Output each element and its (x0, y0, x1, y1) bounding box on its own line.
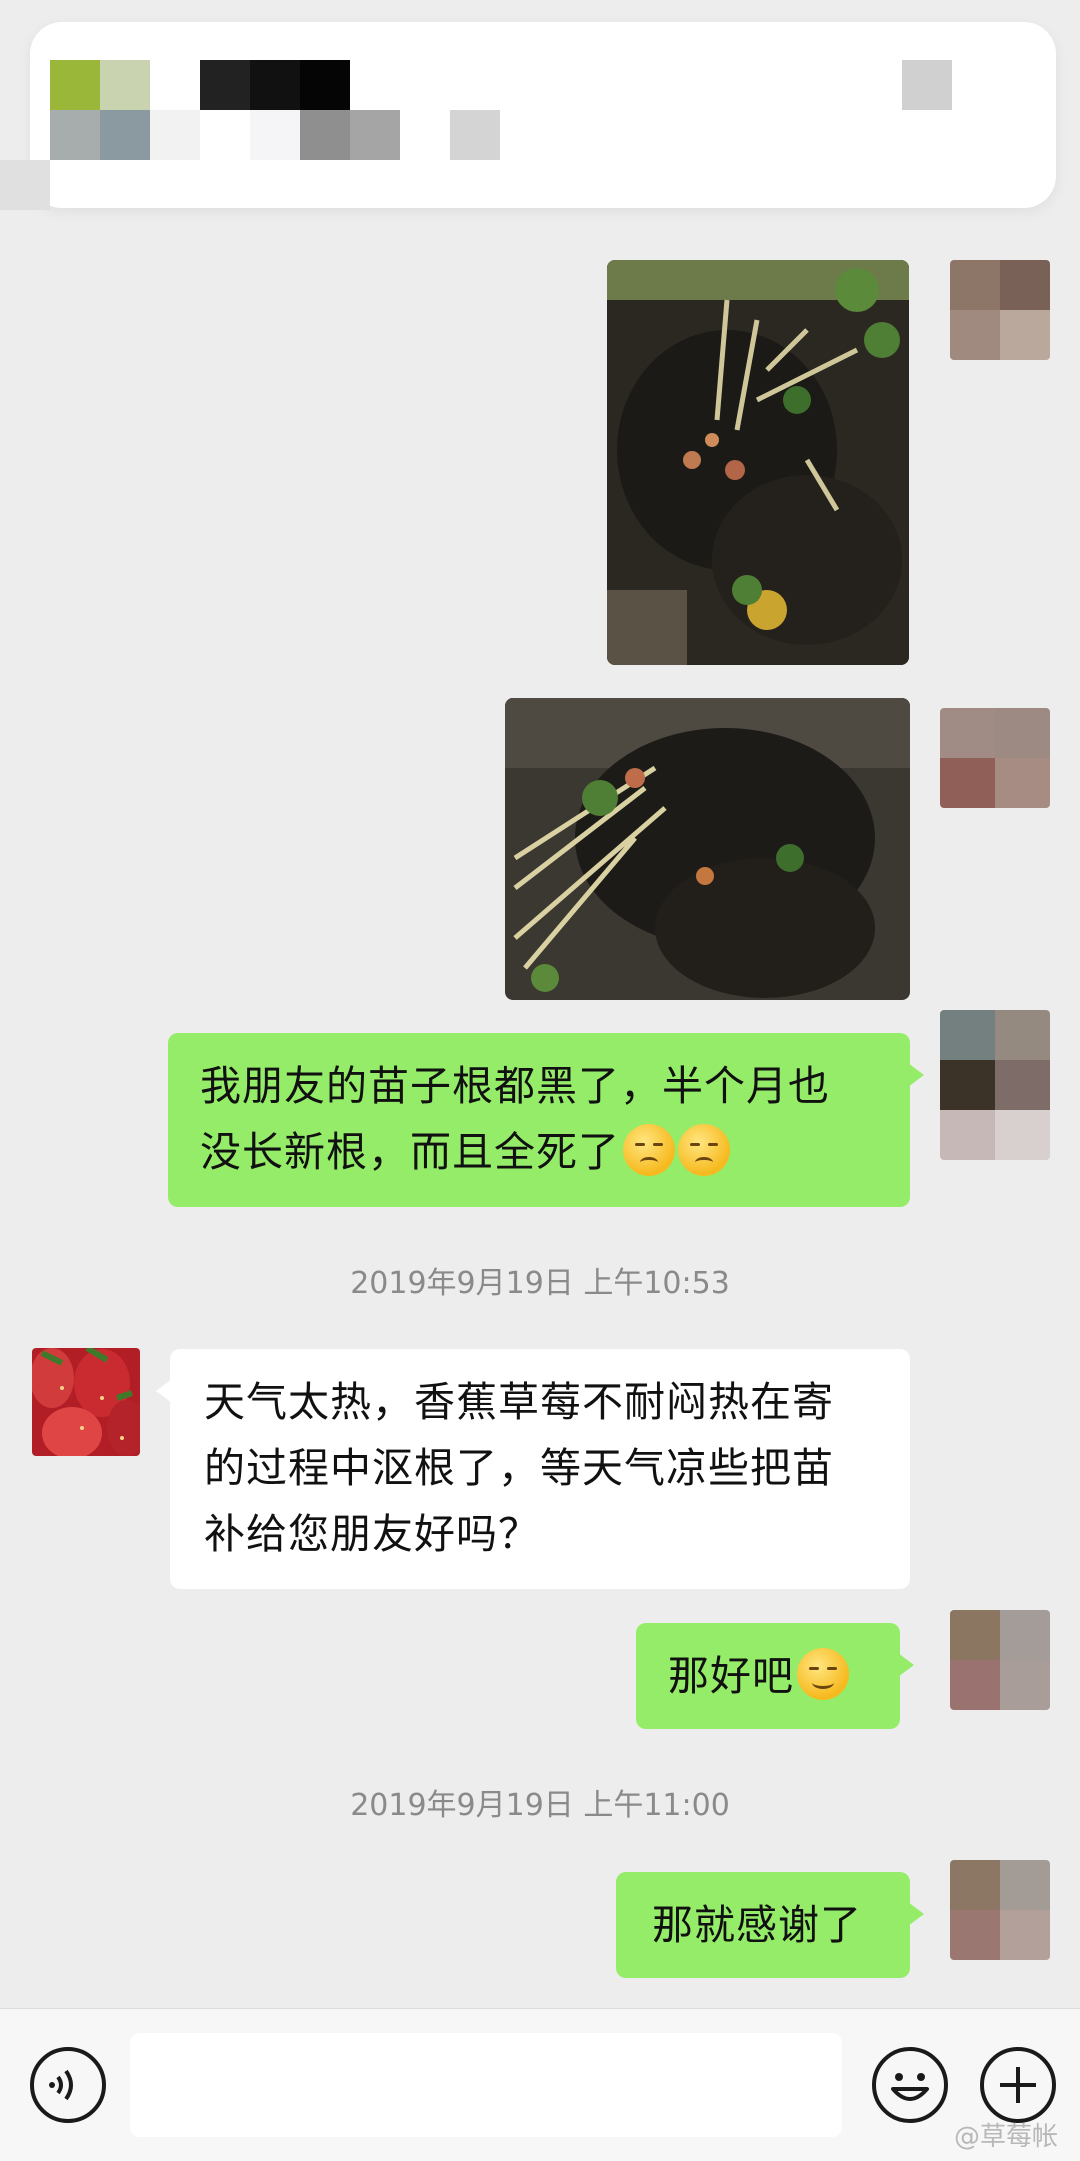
chat-input-bar: @草莓帐 (0, 2008, 1080, 2161)
blurred-block (250, 60, 300, 110)
blurred-block (150, 110, 200, 160)
outgoing-message-bubble[interactable]: 那好吧 (636, 1623, 914, 1729)
blurred-block (450, 110, 500, 160)
my-avatar[interactable] (950, 1860, 1050, 1960)
my-avatar[interactable] (950, 260, 1050, 360)
message-timestamp: 2019年9月19日 上午11:00 (350, 1788, 730, 1823)
blurred-block (200, 60, 250, 110)
voice-input-button[interactable] (30, 2047, 106, 2123)
incoming-message-bubble[interactable]: 天气太热，香蕉草莓不耐闷热在寄 的过程中沤根了，等天气凉些把苗 补给您朋友好吗？ (156, 1349, 910, 1589)
blurred-block (300, 110, 350, 160)
message-timestamp: 2019年9月19日 上午10:53 (350, 1266, 730, 1301)
blurred-block (300, 60, 350, 110)
my-avatar[interactable] (940, 1010, 1050, 1160)
message-text: 那就感谢了 (652, 1901, 862, 1949)
my-avatar[interactable] (950, 1610, 1050, 1710)
voice-icon (49, 2069, 73, 2101)
strawberry-roots-photo (505, 698, 910, 1000)
blurred-block (100, 60, 150, 110)
contact-avatar[interactable] (32, 1348, 140, 1456)
blurred-block (50, 60, 100, 110)
watermark: @草莓帐 (953, 2122, 1058, 2152)
more-options-button[interactable] (980, 2047, 1056, 2123)
chat-header-blurred (30, 22, 1056, 208)
pensive-face-emoji-icon (623, 1124, 675, 1176)
message-text-line: 天气太热，香蕉草莓不耐闷热在寄 (204, 1378, 834, 1426)
blurred-block (250, 110, 300, 160)
message-text: 没长新根，而且全死了 (200, 1128, 620, 1176)
my-avatar[interactable] (940, 708, 1050, 808)
image-message[interactable] (607, 260, 909, 665)
message-text: 那好吧 (668, 1652, 794, 1700)
pensive-face-emoji-icon (678, 1124, 730, 1176)
emoji-button[interactable] (872, 2047, 948, 2123)
outgoing-message-bubble[interactable]: 那就感谢了 (616, 1872, 924, 1978)
blurred-block (0, 160, 50, 210)
plus-icon (1000, 2067, 1036, 2103)
message-input[interactable] (130, 2033, 842, 2137)
strawberry-roots-photo (607, 260, 909, 665)
blurred-block (100, 110, 150, 160)
outgoing-message-bubble[interactable]: 我朋友的苗子根都黑了，半个月也 没长新根，而且全死了 (168, 1033, 924, 1207)
message-text-line: 我朋友的苗子根都黑了，半个月也 (200, 1062, 830, 1110)
image-message[interactable] (505, 698, 910, 1000)
message-text-line: 的过程中沤根了，等天气凉些把苗 (204, 1444, 834, 1492)
blurred-block (350, 110, 400, 160)
message-text-line: 补给您朋友好吗？ (204, 1510, 540, 1558)
message-text-line: 没长新根，而且全死了 (200, 1119, 878, 1185)
strawberry-avatar-image (32, 1348, 140, 1456)
blurred-block (50, 110, 100, 160)
emoji-icon (891, 2073, 929, 2101)
smiling-face-emoji-icon (797, 1648, 849, 1700)
blurred-block (902, 60, 952, 110)
